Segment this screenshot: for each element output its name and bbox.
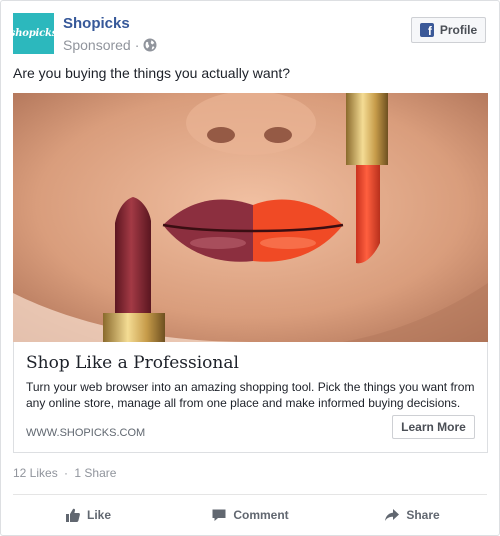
likes-count[interactable]: 12 Likes: [13, 466, 58, 480]
globe-icon[interactable]: [143, 38, 157, 52]
like-label: Like: [86, 508, 111, 522]
share-label: Share: [406, 508, 440, 522]
engagement-stats: 12 Likes · 1 Share: [13, 466, 116, 480]
like-thumb-icon: [65, 507, 81, 523]
sponsored-meta: Sponsored ·: [63, 37, 157, 53]
ad-image[interactable]: [13, 93, 488, 342]
actions-divider: [13, 494, 487, 495]
post-actions-bar: Like Comment Share: [13, 499, 487, 531]
link-preview-card[interactable]: Shop Like a Professional Turn your web b…: [13, 342, 488, 453]
learn-more-button[interactable]: Learn More: [392, 415, 475, 439]
comment-bubble-icon: [211, 507, 227, 523]
share-button[interactable]: Share: [337, 501, 487, 529]
sponsored-label[interactable]: Sponsored: [63, 37, 131, 53]
avatar-logo-text: shopicks: [9, 28, 58, 39]
like-button[interactable]: Like: [13, 501, 163, 529]
sponsored-post: shopicks Shopicks Sponsored · f Profile …: [0, 0, 500, 536]
stats-separator: ·: [64, 466, 69, 480]
link-title[interactable]: Shop Like a Professional: [26, 353, 239, 373]
lips-lipstick-photo: [13, 93, 488, 342]
comment-button[interactable]: Comment: [175, 501, 325, 529]
meta-separator: ·: [134, 37, 140, 53]
page-name-link[interactable]: Shopicks: [63, 15, 130, 32]
comment-label: Comment: [233, 508, 289, 522]
shares-count[interactable]: 1 Share: [74, 466, 116, 480]
profile-button-label: Profile: [439, 23, 478, 37]
profile-button[interactable]: f Profile: [411, 17, 486, 43]
facebook-logo-icon: f: [419, 23, 434, 37]
post-message: Are you buying the things you actually w…: [13, 65, 291, 81]
link-description: Turn your web browser into an amazing sh…: [26, 380, 475, 410]
page-avatar[interactable]: shopicks: [9, 13, 58, 54]
link-domain: WWW.SHOPICKS.COM: [26, 427, 146, 439]
share-arrow-icon: [384, 507, 400, 523]
